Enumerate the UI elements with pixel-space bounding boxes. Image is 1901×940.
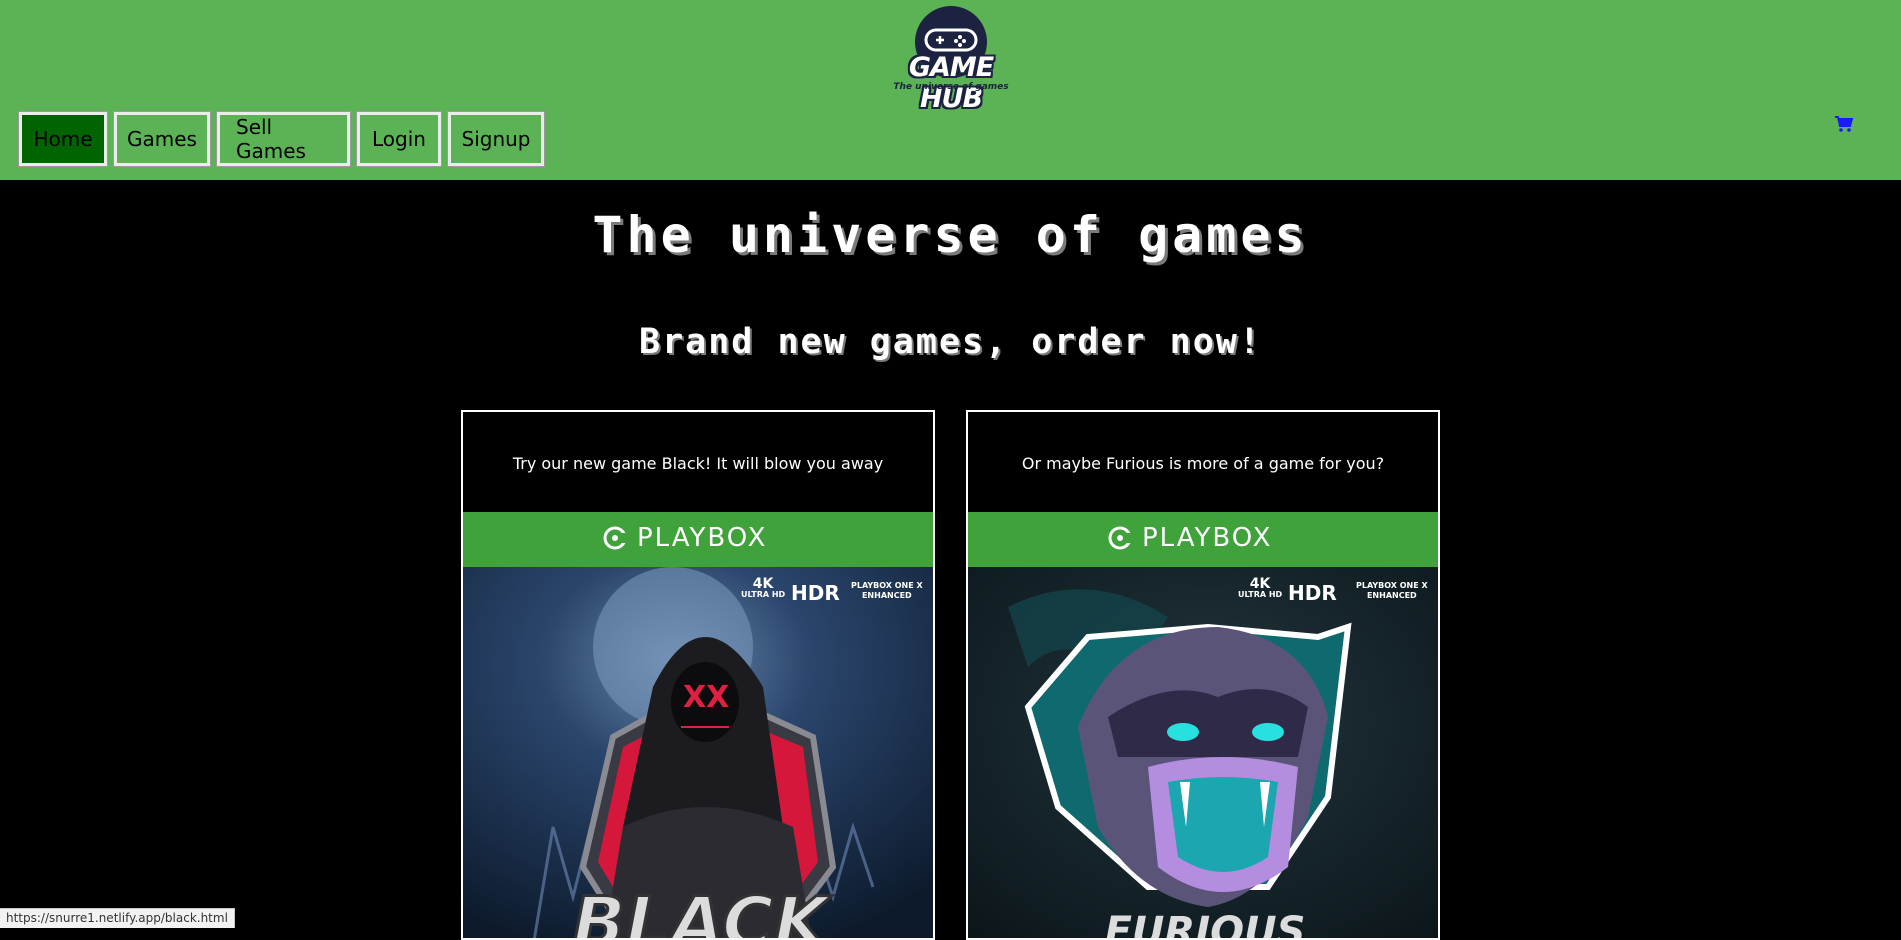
4k-badge: 4K ULTRA HD (1238, 576, 1283, 599)
black-cover-art: XX BLACK 4K ULTRA HD HDR PLAYBOX ONE X E… (463, 567, 933, 940)
black-cover-title: BLACK (572, 882, 832, 940)
game-card-furious[interactable]: Or maybe Furious is more of a game for y… (966, 410, 1440, 940)
main-nav: Home Games Sell Games Login Signup (18, 111, 545, 167)
nav-signup-button[interactable]: Signup (447, 111, 545, 167)
shopping-cart-icon[interactable] (1834, 115, 1854, 133)
card-caption: Try our new game Black! It will blow you… (512, 454, 884, 473)
furious-cover-title: FURIOUS (1105, 909, 1306, 940)
game-hub-logo[interactable]: GAME HUB The universe of games (878, 4, 1024, 114)
playbox-label: PLAYBOX (1142, 523, 1273, 553)
hdr-badge: HDR (791, 581, 840, 605)
status-bar-url: https://snurre1.netlify.app/black.html (0, 908, 235, 928)
page-title: The universe of games (592, 206, 1309, 264)
playbox-logo-icon (603, 526, 627, 550)
xbox-enhanced-badge: PLAYBOX ONE X ENHANCED (851, 581, 923, 600)
xbox-enhanced-badge: PLAYBOX ONE X ENHANCED (1356, 581, 1428, 600)
logo-tagline: The universe of games (893, 82, 1009, 92)
furious-cover-art: FURIOUS 4K ULTRA HD HDR PLAYBOX ONE X EN… (968, 567, 1438, 940)
svg-text:XX: XX (683, 680, 729, 715)
playbox-logo-icon (1108, 526, 1132, 550)
playbox-label: PLAYBOX (637, 523, 768, 553)
4k-badge: 4K ULTRA HD (741, 576, 786, 599)
playbox-band: PLAYBOX (968, 512, 1438, 567)
site-header: GAME HUB The universe of games Home Game… (0, 0, 1901, 180)
nav-sell-games-button[interactable]: Sell Games (216, 111, 351, 167)
playbox-band: PLAYBOX (463, 512, 933, 567)
game-card-black[interactable]: Try our new game Black! It will blow you… (461, 410, 935, 940)
hdr-badge: HDR (1288, 581, 1337, 605)
page-subtitle: Brand new games, order now! (639, 322, 1262, 362)
nav-games-button[interactable]: Games (113, 111, 211, 167)
nav-home-button[interactable]: Home (18, 111, 108, 167)
nav-login-button[interactable]: Login (356, 111, 442, 167)
card-caption: Or maybe Furious is more of a game for y… (1021, 454, 1385, 473)
